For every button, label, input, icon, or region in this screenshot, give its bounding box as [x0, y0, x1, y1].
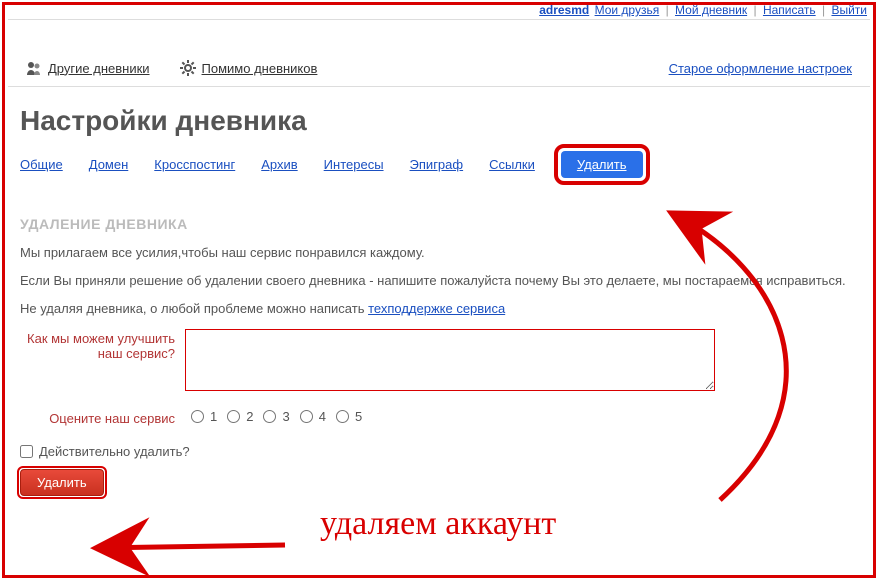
- delete-button[interactable]: Удалить: [20, 469, 104, 496]
- annotation-frame: [2, 2, 876, 578]
- tab-delete[interactable]: Удалить: [561, 151, 643, 178]
